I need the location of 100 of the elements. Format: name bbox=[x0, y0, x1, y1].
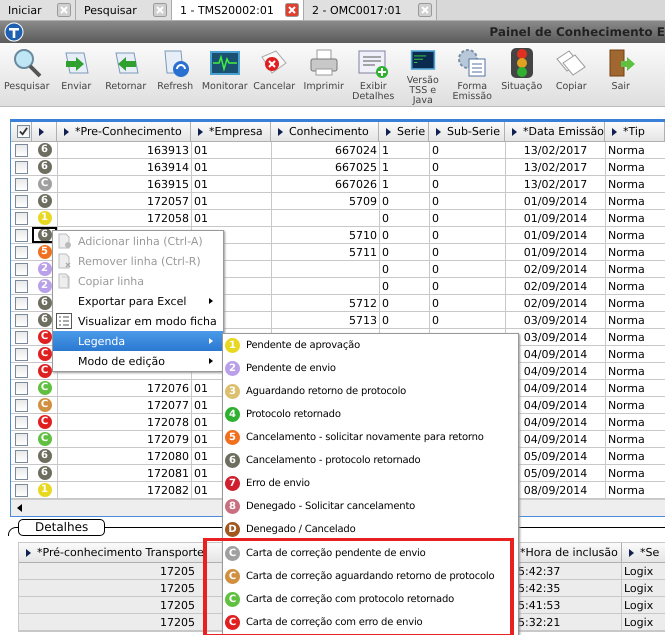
toolbar-button[interactable]: Copiar bbox=[546, 43, 596, 106]
tipo-cell: Norma bbox=[608, 144, 645, 156]
menu-item[interactable]: 5 Cancelamento - solicitar novamente para retorno bbox=[223, 426, 518, 449]
menu-item[interactable]: Exportar para Excel bbox=[53, 291, 223, 311]
serie-cell: 1 bbox=[382, 160, 389, 174]
toolbar-button[interactable]: Situação bbox=[497, 43, 546, 106]
pre-conhecimento-cell: 172078 bbox=[147, 416, 189, 428]
pre-conhecimento-cell: 172079 bbox=[147, 432, 189, 446]
empresa-cell: 01 bbox=[194, 212, 208, 224]
time-cell: 5:41:53 bbox=[516, 597, 622, 613]
status-badge: 6 bbox=[38, 143, 52, 157]
tipo-cell: Norma bbox=[608, 382, 645, 394]
pre-conhecimento-cell: 172081 bbox=[147, 466, 189, 480]
toolbar-button[interactable]: Refresh bbox=[150, 43, 200, 106]
tab[interactable]: Pesquisar bbox=[76, 0, 172, 20]
date-cell: 04/09/2014 bbox=[524, 398, 588, 412]
date-cell: 13/02/2017 bbox=[524, 144, 588, 156]
tab[interactable]: 1 - TMS20002:01 bbox=[172, 0, 304, 20]
serie-cell: 0 bbox=[382, 246, 389, 258]
menu-item[interactable]: 2 Pendente de envio bbox=[223, 357, 518, 380]
serie-cell: 1 bbox=[382, 144, 389, 156]
date-cell: 04/09/2014 bbox=[524, 432, 588, 446]
toolbar-button[interactable]: Imprimir bbox=[299, 43, 348, 106]
tipo-cell: Norma bbox=[608, 348, 645, 360]
empresa-cell: 01 bbox=[194, 466, 208, 480]
tipo-cell: Norma bbox=[608, 398, 645, 412]
serie-cell: 0 bbox=[382, 194, 389, 208]
column-header[interactable]: *Hora de inclusão bbox=[516, 543, 622, 563]
menu-item[interactable]: D Denegado / Cancelado bbox=[223, 518, 518, 541]
tipo-cell: Norma bbox=[608, 280, 645, 292]
menu-item[interactable]: Modo de edição bbox=[53, 351, 223, 371]
empresa-cell: 01 bbox=[194, 160, 208, 174]
menu-item[interactable]: 8 Denegado - Solicitar cancelamento bbox=[223, 495, 518, 518]
toolbar-button[interactable]: Pesquisar bbox=[2, 43, 52, 106]
date-cell: 02/09/2014 bbox=[524, 280, 588, 292]
column-header[interactable]: Serie bbox=[379, 122, 429, 142]
tab[interactable]: 2 - OMC0017:01 bbox=[304, 0, 437, 20]
date-cell: 04/09/2014 bbox=[524, 382, 588, 394]
status-badge: 5 bbox=[225, 430, 240, 445]
status-badge: 1 bbox=[225, 338, 240, 353]
column-header[interactable]: *Data Emissão bbox=[505, 122, 605, 142]
menu-item[interactable]: 1 Pendente de aprovação bbox=[223, 334, 518, 357]
tab[interactable]: Iniciar bbox=[0, 0, 76, 20]
column-header[interactable]: *Pre-Conhecimento bbox=[57, 122, 191, 142]
toolbar-button[interactable]: Versão TSS e Java bbox=[398, 43, 448, 106]
column-header[interactable]: *Se bbox=[622, 543, 665, 563]
status-badge: C bbox=[225, 615, 240, 630]
menu-item[interactable]: C Carta de correção pendente de envio bbox=[223, 542, 510, 565]
status-badge: C bbox=[225, 546, 240, 561]
conhecimento-cell: 5709 bbox=[349, 194, 377, 208]
status-badge: 6 bbox=[38, 194, 52, 208]
menu-item[interactable]: 4 Protocolo retornado bbox=[223, 403, 518, 426]
menu-item[interactable]: 3 Aguardando retorno de protocolo bbox=[223, 380, 518, 403]
sub-serie-cell: 0 bbox=[432, 144, 439, 156]
time-cell: 5:32:21 bbox=[516, 614, 622, 630]
empresa-cell: 01 bbox=[194, 144, 208, 156]
toolbar-button[interactable]: Forma Emissão bbox=[448, 43, 497, 106]
status-badge: C bbox=[38, 381, 52, 395]
status-badge: 7 bbox=[225, 476, 240, 491]
column-header[interactable]: *Tip bbox=[605, 122, 665, 142]
tipo-cell: Norma bbox=[608, 228, 645, 242]
sub-serie-cell: 0 bbox=[432, 228, 439, 242]
menu-item[interactable]: Visualizar em modo ficha bbox=[53, 311, 223, 331]
tipo-cell: Norma bbox=[608, 314, 645, 326]
empresa-cell: 01 bbox=[194, 382, 208, 394]
toolbar-button[interactable]: Exibir Detalhes bbox=[348, 43, 398, 106]
date-cell: 02/09/2014 bbox=[524, 262, 588, 276]
status-badge: 6 bbox=[38, 449, 52, 463]
toolbar-button[interactable]: Cancelar bbox=[250, 43, 299, 106]
sistema-cell: Logix bbox=[622, 614, 665, 630]
pre-conhecimento-cell: 163914 bbox=[147, 160, 189, 174]
serie-cell: 0 bbox=[382, 262, 389, 276]
serie-cell: 0 bbox=[382, 228, 389, 242]
status-badge: C bbox=[38, 364, 52, 378]
date-cell: 01/09/2014 bbox=[524, 228, 588, 242]
toolbar-button[interactable]: Monitorar bbox=[200, 43, 250, 106]
status-badge: C bbox=[225, 592, 240, 607]
toolbar-button[interactable]: Retornar bbox=[101, 43, 150, 106]
sub-serie-cell: 0 bbox=[432, 212, 439, 224]
toolbar-button[interactable]: Sair bbox=[596, 43, 646, 106]
column-header[interactable]: Conhecimento bbox=[271, 122, 379, 142]
sistema-cell: Logix bbox=[622, 597, 665, 613]
menu-item[interactable]: 7 Erro de envio bbox=[223, 472, 518, 495]
pre-conhecimento-cell: 172082 bbox=[147, 484, 189, 496]
serie-cell: 1 bbox=[382, 178, 389, 190]
toolbar-button[interactable]: Enviar bbox=[52, 43, 101, 106]
serie-cell: 0 bbox=[382, 314, 389, 326]
pre-conhecimento-cell: 163913 bbox=[147, 144, 189, 156]
tipo-cell: Norma bbox=[608, 484, 645, 496]
menu-item[interactable]: 6 Cancelamento - protocolo retornado bbox=[223, 449, 518, 472]
date-cell: 03/09/2014 bbox=[524, 330, 588, 344]
menu-item[interactable]: Legenda bbox=[53, 331, 223, 351]
tipo-cell: Norma bbox=[608, 178, 645, 190]
conhecimento-cell: 5712 bbox=[349, 296, 377, 310]
status-badge: 6 bbox=[225, 453, 240, 468]
column-header[interactable]: Sub-Serie bbox=[429, 122, 505, 142]
column-header[interactable]: *Empresa bbox=[191, 122, 271, 142]
status-badge: 8 bbox=[225, 499, 240, 514]
date-cell: 02/09/2014 bbox=[524, 296, 588, 310]
sistema-cell: Logix bbox=[622, 563, 665, 579]
